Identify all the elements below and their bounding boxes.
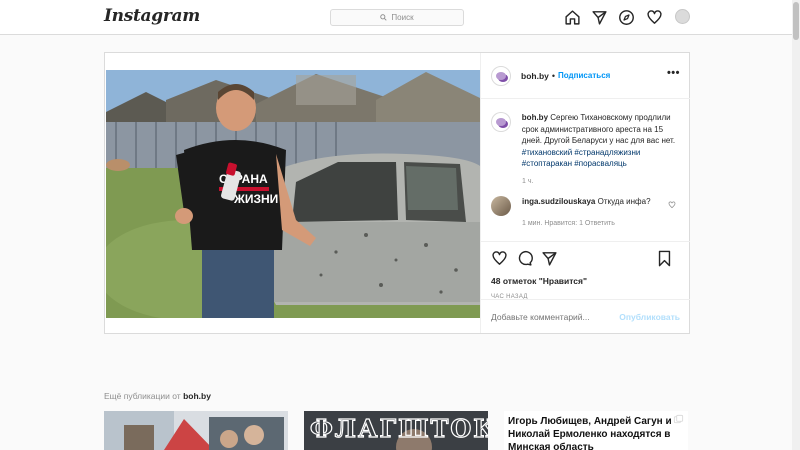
post-photo: СТРАНА ЖИЗНИ (106, 70, 480, 318)
caption-text: boh.by Сергею Тихановскому продлили срок… (522, 112, 680, 170)
post-header: boh.by • Подписаться ••• (481, 53, 690, 99)
comment-meta: 1 мин. Нравится: 1 Ответить (522, 219, 615, 227)
like-comment-heart-icon[interactable] (668, 201, 676, 209)
caption-username[interactable]: boh.by (522, 113, 548, 122)
post-actions: 48 отметок "Нравится" ЧАС НАЗАД (481, 241, 690, 300)
publication-thumbnail-1[interactable] (104, 411, 288, 450)
like-heart-icon[interactable] (491, 250, 508, 268)
thumbnail-photo-1 (104, 411, 288, 450)
post-sidebar: boh.by • Подписаться ••• boh.by Сергею Т… (480, 53, 690, 333)
vertical-scrollbar[interactable] (792, 0, 800, 450)
search-input[interactable]: Поиск (330, 9, 464, 26)
publication-thumbnail-3[interactable]: Игорь Любищев, Андрей Сагун и Николай Ер… (504, 411, 688, 450)
thumbnail-title-2: ФЛАГШТОК (310, 414, 488, 443)
post-card: СТРАНА ЖИЗНИ boh.by • Подписаться ••• bo… (104, 52, 690, 334)
publish-button[interactable]: Опубликовать (619, 312, 680, 322)
caption-time: 1 ч. (522, 177, 534, 185)
commenter-username[interactable]: inga.sudzilouskaya (522, 197, 595, 206)
follow-button[interactable]: Подписаться (558, 71, 610, 80)
thumbnail-photo-2: ФЛАГШТОК (304, 411, 488, 450)
shirt-text-2: ЖИЗНИ (233, 192, 278, 206)
publication-thumbnail-2[interactable]: ФЛАГШТОК (304, 411, 488, 450)
post-image[interactable]: СТРАНА ЖИЗНИ (106, 70, 480, 318)
comment-item: inga.sudzilouskaya Откуда инфа? (491, 195, 680, 216)
explore-compass-icon[interactable] (618, 9, 635, 26)
scrollbar-thumb[interactable] (793, 2, 799, 40)
comments-section: boh.by Сергею Тихановскому продлили срок… (481, 100, 690, 240)
likes-count[interactable]: 48 отметок "Нравится" (491, 276, 680, 286)
thumbnail-text-3: Игорь Любищев, Андрей Сагун и Николай Ер… (508, 416, 672, 450)
share-send-icon[interactable] (541, 250, 558, 268)
action-icons (491, 250, 680, 268)
save-bookmark-icon[interactable] (657, 250, 672, 269)
add-comment-input[interactable] (491, 311, 620, 322)
separator-dot: • (551, 70, 556, 81)
home-icon[interactable] (564, 9, 581, 26)
instagram-logo[interactable]: Instagram (104, 6, 200, 26)
caption-avatar[interactable] (491, 112, 511, 132)
author-avatar[interactable] (491, 65, 511, 86)
profile-avatar[interactable] (675, 9, 690, 24)
search-placeholder: Поиск (391, 13, 414, 22)
comment-bubble-icon[interactable] (516, 250, 533, 268)
caption-hashtags[interactable]: #тихановский #странадляжизни #стоптарака… (522, 148, 641, 169)
caption: boh.by Сергею Тихановскому продлили срок… (491, 112, 680, 170)
activity-heart-icon[interactable] (646, 9, 663, 26)
more-options-icon[interactable]: ••• (667, 67, 680, 79)
more-from-prefix: Ещё публикации от (104, 391, 181, 401)
commenter-avatar[interactable] (491, 195, 511, 216)
author-username[interactable]: boh.by (521, 71, 549, 81)
carousel-icon (673, 414, 684, 424)
add-comment-bar: Опубликовать (481, 299, 690, 333)
more-publications-heading: Ещё публикации от boh.by (104, 391, 211, 401)
comment-body: Откуда инфа? (597, 196, 651, 206)
direct-messages-icon[interactable] (591, 9, 608, 26)
search-icon (380, 14, 388, 21)
comment-text: inga.sudzilouskaya Откуда инфа? (522, 196, 651, 216)
more-from-username[interactable]: boh.by (183, 391, 211, 401)
top-navigation: Instagram Поиск (0, 0, 792, 35)
